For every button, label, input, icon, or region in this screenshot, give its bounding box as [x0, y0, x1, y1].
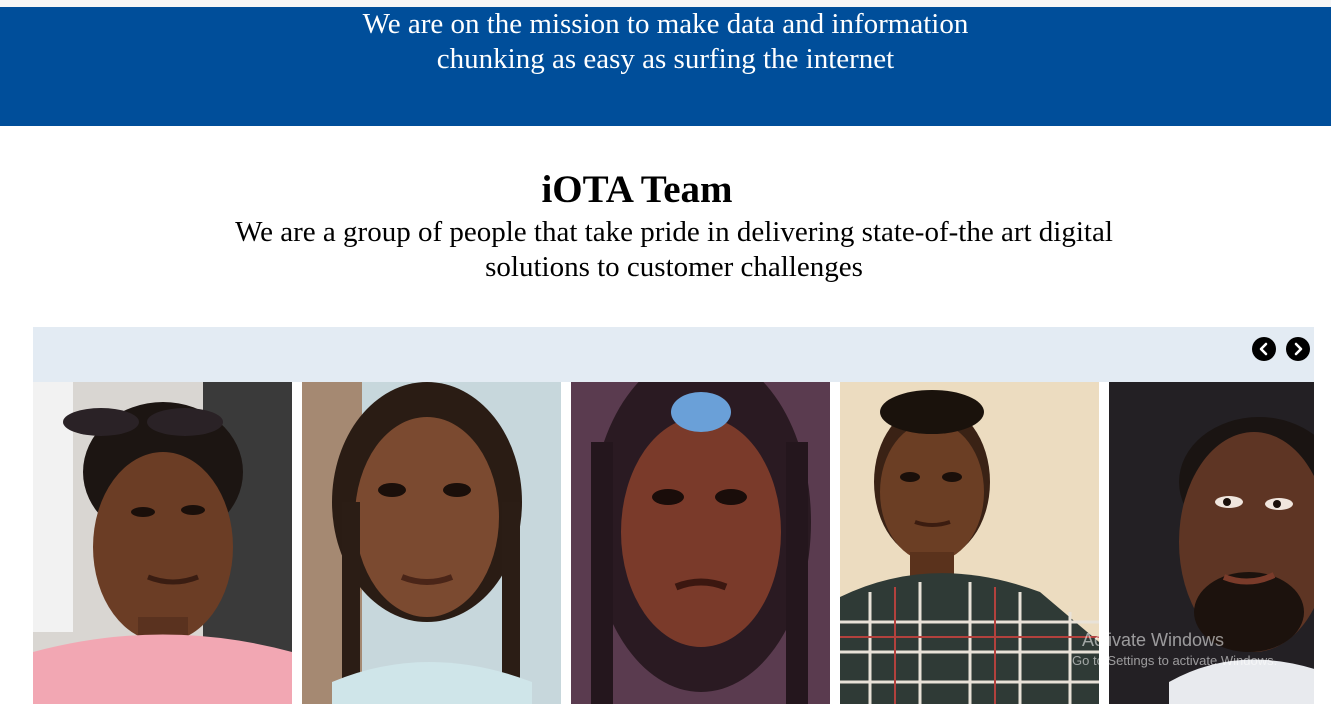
team-member-photo	[33, 382, 292, 704]
top-strip	[0, 0, 1331, 7]
carousel-next-button[interactable]	[1286, 337, 1310, 361]
team-description-line-1: We are a group of people that take pride…	[235, 216, 1113, 248]
carousel-track	[33, 382, 1314, 704]
team-title: iOTA Team	[541, 168, 733, 211]
carousel-header	[33, 327, 1314, 382]
mission-line-2: chunking as easy as surfing the internet	[436, 43, 895, 75]
chevron-left-icon	[1259, 342, 1268, 356]
mission-statement: We are on the mission to make data and i…	[0, 7, 1331, 77]
team-description-line-2: solutions to customer challenges	[485, 251, 863, 283]
team-member-photo	[840, 382, 1099, 704]
mission-line-1: We are on the mission to make data and i…	[362, 8, 969, 40]
team-member-photo	[1109, 382, 1314, 704]
team-member-photo	[302, 382, 561, 704]
team-member-card[interactable]	[302, 382, 561, 704]
carousel-prev-button[interactable]	[1252, 337, 1276, 361]
team-member-card[interactable]	[33, 382, 292, 704]
team-carousel	[33, 327, 1314, 704]
team-member-card[interactable]	[840, 382, 1099, 704]
team-member-photo	[571, 382, 830, 704]
team-member-card[interactable]	[1109, 382, 1314, 704]
team-description: We are a group of people that take pride…	[0, 215, 1331, 285]
chevron-right-icon	[1294, 342, 1303, 356]
mission-banner: We are on the mission to make data and i…	[0, 7, 1331, 126]
team-member-card[interactable]	[571, 382, 830, 704]
